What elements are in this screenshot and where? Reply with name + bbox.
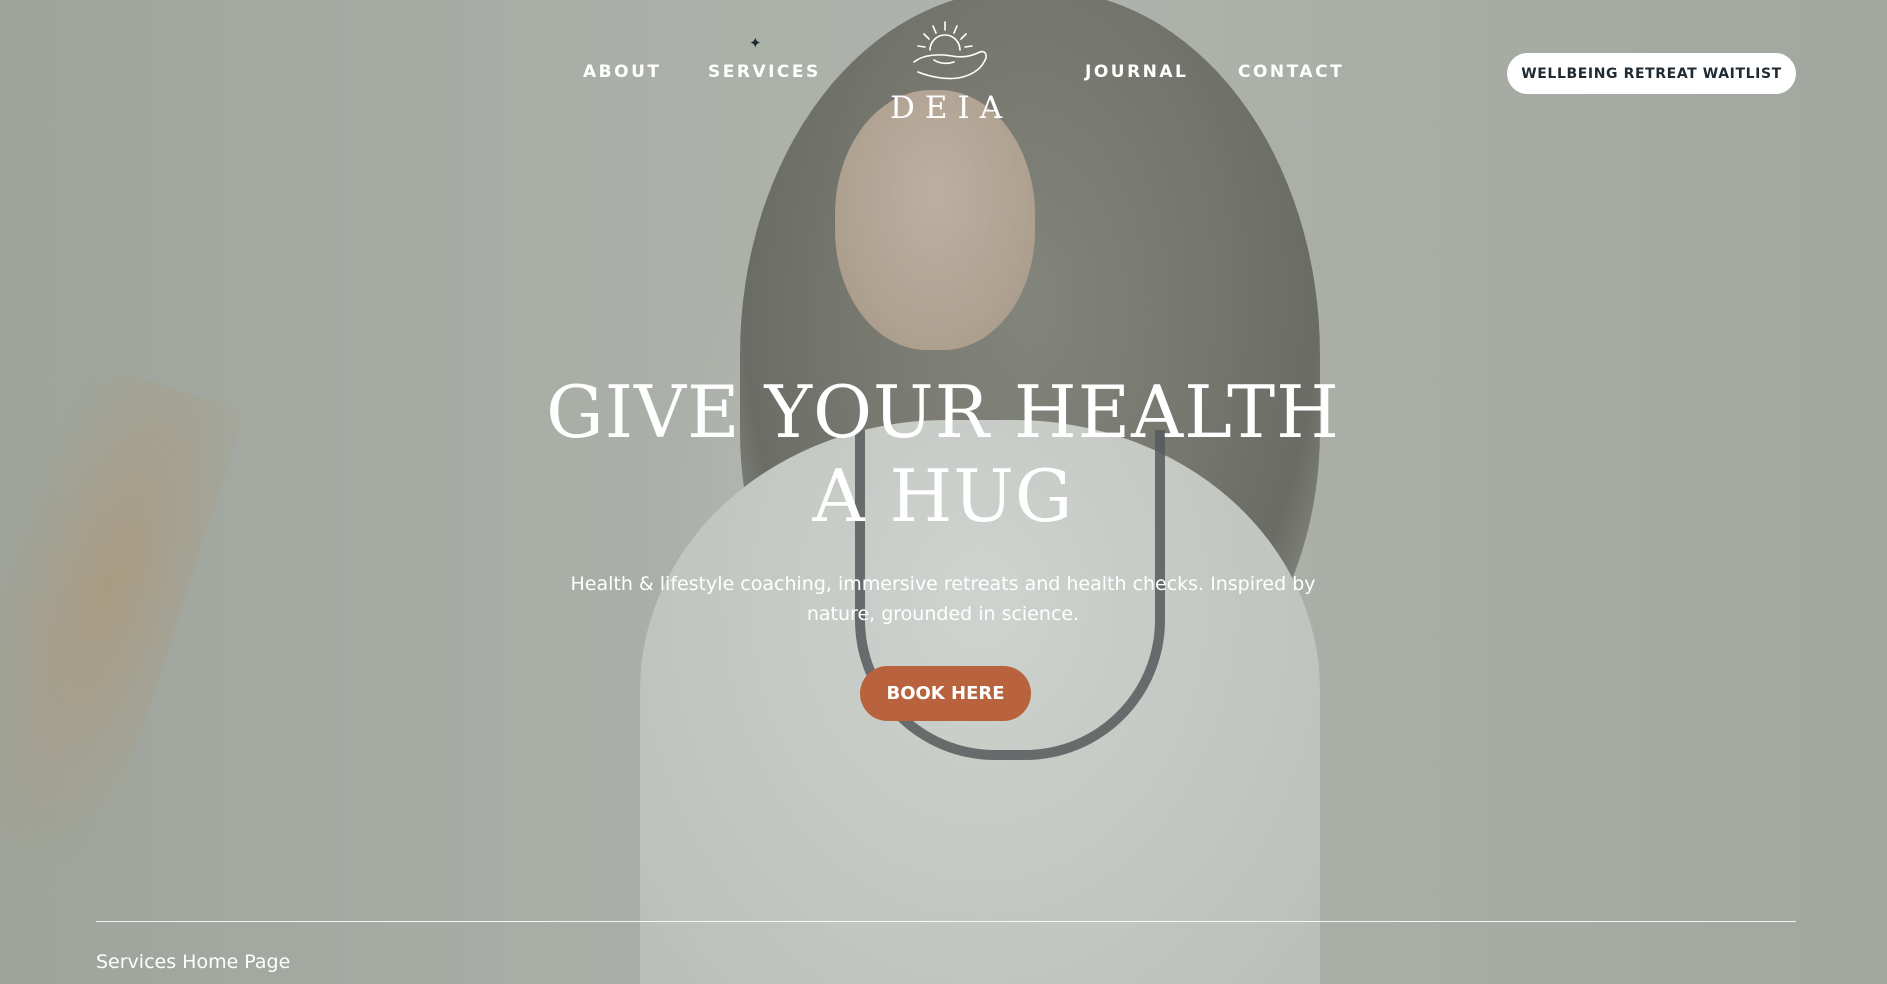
hero-heading-line-2: A HUG (812, 454, 1074, 538)
nav-about-link[interactable]: ABOUT (583, 62, 661, 82)
nav-contact-link[interactable]: CONTACT (1238, 62, 1344, 82)
book-here-button[interactable]: BOOK HERE (860, 666, 1031, 721)
sunrise-hand-icon (913, 21, 987, 80)
hero-heading-line-1: GIVE YOUR HEALTH (546, 370, 1340, 454)
services-home-page-label: Services Home Page (96, 951, 291, 973)
nav-journal-link[interactable]: JOURNAL (1085, 62, 1188, 82)
page: ABOUT ✦ SERVICES JOURNAL CONTACT DEIA WE… (0, 0, 1887, 984)
logo-wordmark: DEIA (890, 90, 1013, 126)
hero-heading: GIVE YOUR HEALTH A HUG (443, 370, 1443, 538)
nav-services-link[interactable]: SERVICES (708, 62, 821, 82)
retreat-waitlist-button[interactable]: WELLBEING RETREAT WAITLIST (1507, 53, 1796, 94)
sparkle-icon: ✦ (749, 35, 762, 52)
hero-subtitle: Health & lifestyle coaching, immersive r… (570, 573, 1316, 625)
footer-divider (96, 921, 1796, 922)
site-logo[interactable]: DEIA (880, 18, 1010, 133)
